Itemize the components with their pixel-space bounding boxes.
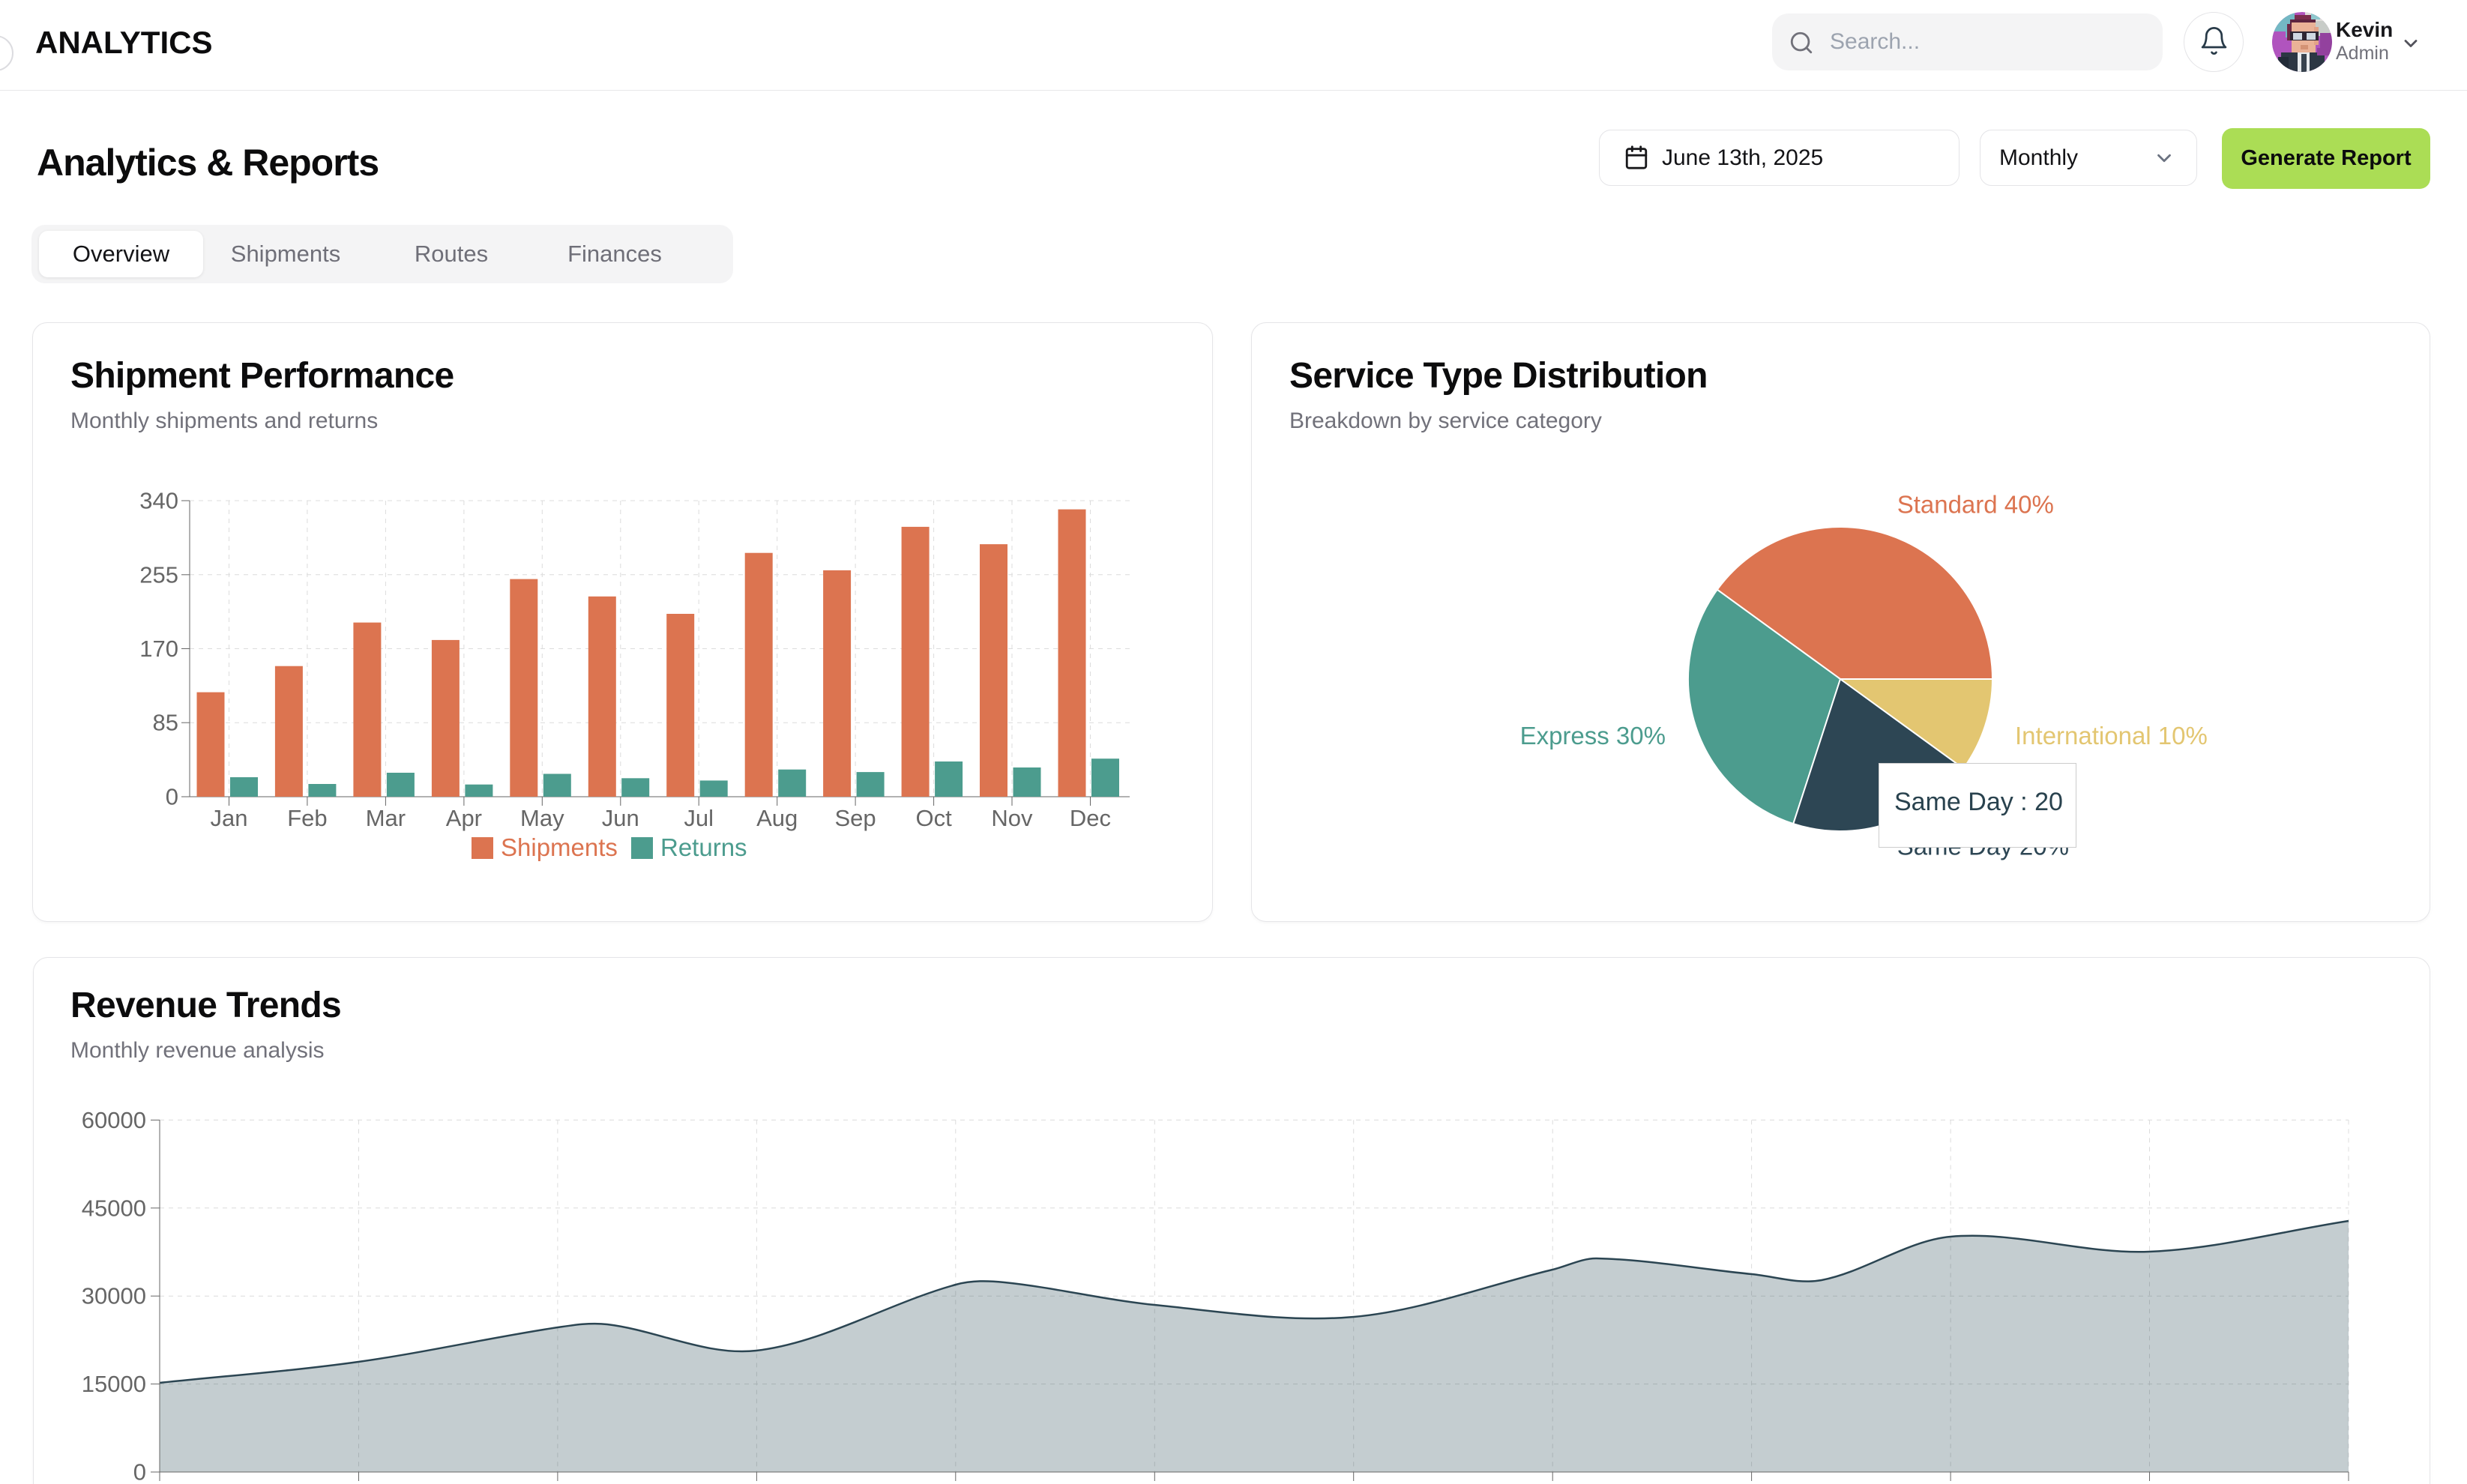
svg-text:Jun: Jun xyxy=(602,805,639,831)
svg-text:Standard 40%: Standard 40% xyxy=(1897,491,2054,519)
svg-text:255: 255 xyxy=(139,561,178,588)
svg-text:Express 30%: Express 30% xyxy=(1520,722,1666,749)
svg-text:Returns: Returns xyxy=(660,833,747,861)
svg-text:Shipments: Shipments xyxy=(501,833,618,861)
svg-text:60000: 60000 xyxy=(82,1107,146,1133)
svg-text:Apr: Apr xyxy=(446,805,482,831)
svg-text:Dec: Dec xyxy=(1070,805,1111,831)
svg-text:Aug: Aug xyxy=(756,805,798,831)
svg-text:Jul: Jul xyxy=(684,805,714,831)
svg-text:Mar: Mar xyxy=(366,805,406,831)
svg-text:170: 170 xyxy=(139,636,178,662)
svg-text:15000: 15000 xyxy=(82,1371,146,1397)
svg-text:0: 0 xyxy=(166,784,178,810)
svg-text:0: 0 xyxy=(133,1459,146,1484)
svg-text:Feb: Feb xyxy=(287,805,327,831)
svg-text:Jan: Jan xyxy=(211,805,248,831)
svg-text:Nov: Nov xyxy=(991,805,1033,831)
svg-text:International 10%: International 10% xyxy=(2015,722,2208,749)
svg-text:340: 340 xyxy=(139,488,178,514)
svg-text:45000: 45000 xyxy=(82,1195,146,1221)
svg-text:May: May xyxy=(520,805,564,831)
svg-text:Sep: Sep xyxy=(835,805,876,831)
svg-text:85: 85 xyxy=(153,710,178,736)
svg-text:Oct: Oct xyxy=(915,805,952,831)
svg-text:30000: 30000 xyxy=(82,1283,146,1309)
